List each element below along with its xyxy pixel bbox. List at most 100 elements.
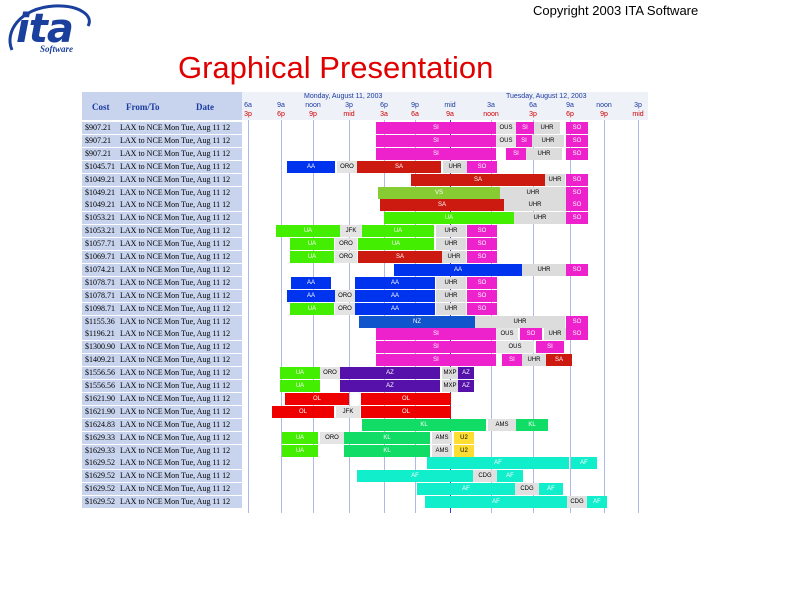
- flight-segment-si[interactable]: SI: [502, 354, 522, 367]
- flight-segment-aa[interactable]: AA: [394, 263, 522, 276]
- flight-segment-ol[interactable]: OL: [272, 405, 334, 418]
- itinerary-row[interactable]: $1556.56 LAX to NCE Mon Tue, Aug 11 12: [82, 380, 242, 392]
- itinerary-row[interactable]: $1621.90 LAX to NCE Mon Tue, Aug 11 12: [82, 405, 242, 418]
- flight-segment-u2[interactable]: U2: [454, 444, 474, 457]
- itinerary-row[interactable]: $1078.71 LAX to NCE Mon Tue, Aug 11 12: [82, 276, 242, 289]
- flight-segment-kl[interactable]: KL: [362, 418, 486, 431]
- flight-segment-kl[interactable]: KL: [344, 431, 430, 444]
- flight-segment-si[interactable]: SI: [376, 354, 496, 367]
- flight-segment-si[interactable]: SI: [376, 328, 496, 341]
- itinerary-row[interactable]: $1049.21 LAX to NCE Mon Tue, Aug 11 12: [82, 173, 242, 186]
- itinerary-row[interactable]: $1629.52 LAX to NCE Mon Tue, Aug 11 12: [82, 470, 242, 483]
- flight-segment-kl[interactable]: KL: [344, 444, 430, 457]
- itinerary-row[interactable]: $1098.71 LAX to NCE Mon Tue, Aug 11 12: [82, 302, 242, 315]
- flight-segment-oro[interactable]: ORO: [320, 431, 344, 444]
- flight-segment-ua[interactable]: UA: [358, 238, 434, 251]
- flight-segment-az[interactable]: AZ: [458, 367, 474, 380]
- flight-segment-af[interactable]: AF: [425, 496, 567, 509]
- column-header-date[interactable]: Date: [196, 102, 214, 112]
- itinerary-row[interactable]: $1057.71 LAX to NCE Mon Tue, Aug 11 12: [82, 238, 242, 251]
- flight-segment-si[interactable]: SI: [506, 147, 526, 160]
- flight-segment-ua[interactable]: UA: [362, 225, 434, 238]
- flight-segment-aa[interactable]: AA: [287, 289, 335, 302]
- flight-segment-uhr[interactable]: UHR: [500, 186, 566, 199]
- flight-segment-so[interactable]: SO: [467, 160, 497, 173]
- itinerary-row[interactable]: $907.21 LAX to NCE Mon Tue, Aug 11 12: [82, 147, 242, 160]
- flight-segment-vs[interactable]: VS: [378, 186, 500, 199]
- flight-segment-uhr[interactable]: UHR: [443, 160, 467, 173]
- flight-segment-cdg[interactable]: CDG: [473, 470, 497, 483]
- itinerary-row[interactable]: $1629.52 LAX to NCE Mon Tue, Aug 11 12: [82, 496, 242, 509]
- flight-segment-so[interactable]: SO: [566, 315, 588, 328]
- flight-segment-so[interactable]: SO: [566, 263, 588, 276]
- flight-segment-so[interactable]: SO: [467, 276, 497, 289]
- flight-segment-ol[interactable]: OL: [361, 405, 451, 418]
- flight-segment-so[interactable]: SO: [467, 289, 497, 302]
- flight-segment-ua[interactable]: UA: [280, 380, 320, 392]
- flight-segment-si[interactable]: SI: [376, 122, 496, 134]
- flight-segment-so[interactable]: SO: [566, 328, 588, 341]
- flight-segment-az[interactable]: AZ: [458, 380, 474, 392]
- flight-segment-so[interactable]: SO: [566, 199, 588, 212]
- flight-segment-sa[interactable]: SA: [411, 173, 545, 186]
- flight-segment-si[interactable]: SI: [376, 147, 496, 160]
- flight-segment-si[interactable]: SI: [376, 341, 496, 354]
- column-header-from-to[interactable]: From/To: [126, 102, 160, 112]
- flight-segment-oro[interactable]: ORO: [335, 302, 355, 315]
- flight-segment-ams[interactable]: AMS: [432, 444, 452, 457]
- flight-segment-cdg[interactable]: CDG: [515, 483, 539, 496]
- flight-segment-aa[interactable]: AA: [287, 160, 335, 173]
- itinerary-row[interactable]: $907.21 LAX to NCE Mon Tue, Aug 11 12: [82, 134, 242, 147]
- flight-segment-jfk[interactable]: JFK: [336, 405, 360, 418]
- flight-segment-si[interactable]: SI: [376, 134, 496, 147]
- column-header-cost[interactable]: Cost: [92, 102, 110, 112]
- flight-segment-uhr[interactable]: UHR: [504, 199, 566, 212]
- flight-segment-so[interactable]: SO: [467, 251, 497, 263]
- itinerary-row[interactable]: $1053.21 LAX to NCE Mon Tue, Aug 11 12: [82, 225, 242, 238]
- flight-segment-uhr[interactable]: UHR: [514, 212, 566, 225]
- itinerary-row[interactable]: $1629.52 LAX to NCE Mon Tue, Aug 11 12: [82, 483, 242, 496]
- itinerary-row[interactable]: $1629.33 LAX to NCE Mon Tue, Aug 11 12: [82, 431, 242, 444]
- flight-segment-af[interactable]: AF: [417, 483, 515, 496]
- flight-segment-uhr[interactable]: UHR: [545, 173, 565, 186]
- flight-segment-ua[interactable]: UA: [282, 431, 318, 444]
- flight-segment-so[interactable]: SO: [467, 238, 497, 251]
- flight-segment-sa[interactable]: SA: [357, 160, 441, 173]
- flight-segment-ams[interactable]: AMS: [432, 431, 452, 444]
- flight-segment-uhr[interactable]: UHR: [436, 238, 466, 251]
- flight-segment-oro[interactable]: ORO: [337, 160, 357, 173]
- flight-segment-so[interactable]: SO: [520, 328, 542, 341]
- flight-segment-sa[interactable]: SA: [380, 199, 504, 212]
- flight-segment-uhr[interactable]: UHR: [532, 134, 564, 147]
- flight-segment-af[interactable]: AF: [427, 457, 569, 470]
- flight-segment-si[interactable]: SI: [536, 341, 564, 354]
- itinerary-row[interactable]: $1196.21 LAX to NCE Mon Tue, Aug 11 12: [82, 328, 242, 341]
- itinerary-row[interactable]: $1069.71 LAX to NCE Mon Tue, Aug 11 12: [82, 251, 242, 263]
- flight-segment-af[interactable]: AF: [539, 483, 563, 496]
- flight-segment-ua[interactable]: UA: [290, 302, 334, 315]
- flight-segment-so[interactable]: SO: [566, 122, 588, 134]
- flight-segment-oro[interactable]: ORO: [320, 367, 340, 380]
- flight-segment-ua[interactable]: UA: [290, 238, 334, 251]
- flight-segment-so[interactable]: SO: [467, 225, 497, 238]
- flight-segment-so[interactable]: SO: [566, 212, 588, 225]
- itinerary-row[interactable]: $1045.71 LAX to NCE Mon Tue, Aug 11 12: [82, 160, 242, 173]
- flight-segment-uhr[interactable]: UHR: [436, 289, 466, 302]
- flight-segment-aa[interactable]: AA: [355, 302, 435, 315]
- itinerary-row[interactable]: $1300.90 LAX to NCE Mon Tue, Aug 11 12: [82, 341, 242, 354]
- flight-segment-so[interactable]: SO: [467, 302, 497, 315]
- flight-segment-mxp[interactable]: MXP: [442, 380, 458, 392]
- itinerary-row[interactable]: $1074.21 LAX to NCE Mon Tue, Aug 11 12: [82, 263, 242, 276]
- itinerary-row[interactable]: $907.21 LAX to NCE Mon Tue, Aug 11 12: [82, 122, 242, 134]
- flight-segment-ua[interactable]: UA: [290, 251, 334, 263]
- flight-segment-so[interactable]: SO: [566, 134, 588, 147]
- flight-segment-aa[interactable]: AA: [355, 289, 435, 302]
- flight-segment-aa[interactable]: AA: [355, 276, 435, 289]
- flight-segment-uhr[interactable]: UHR: [475, 315, 565, 328]
- flight-segment-uhr[interactable]: UHR: [522, 354, 546, 367]
- itinerary-row[interactable]: $1629.33 LAX to NCE Mon Tue, Aug 11 12: [82, 444, 242, 457]
- flight-segment-si[interactable]: SI: [516, 122, 534, 134]
- flight-segment-uhr[interactable]: UHR: [522, 263, 566, 276]
- flight-segment-uhr[interactable]: UHR: [436, 225, 466, 238]
- flight-segment-ol[interactable]: OL: [285, 392, 349, 405]
